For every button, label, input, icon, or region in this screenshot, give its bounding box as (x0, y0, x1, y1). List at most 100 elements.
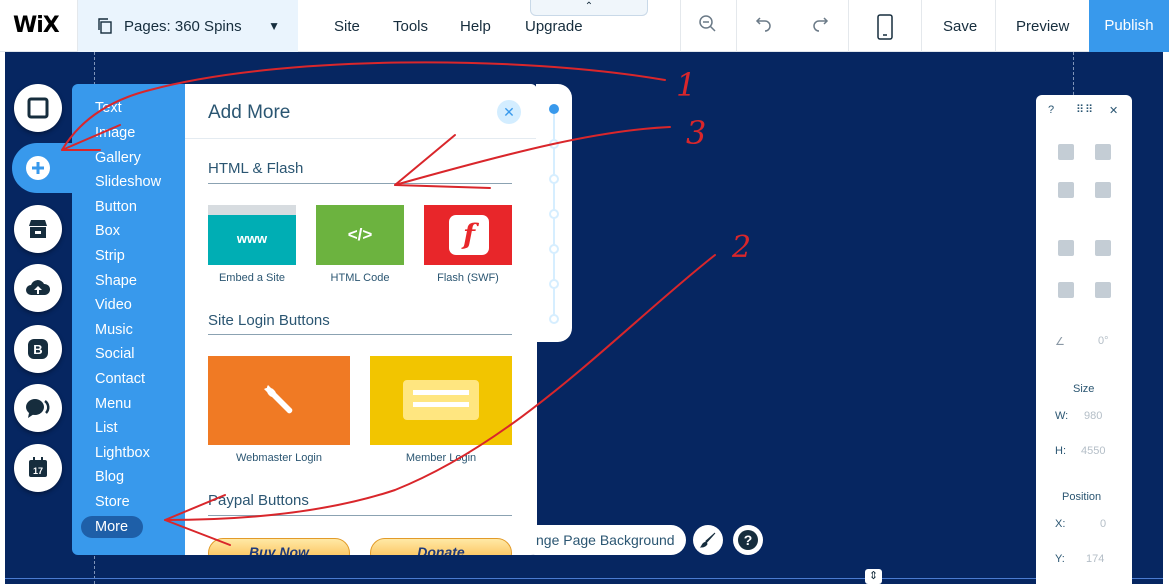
calendar-icon: 17 (25, 455, 51, 481)
scroller-dot[interactable] (549, 279, 559, 289)
y-label: Y: (1055, 553, 1065, 565)
add-menu-item-box[interactable]: Box (95, 223, 120, 239)
add-menu-item-shape[interactable]: Shape (95, 273, 137, 289)
card-line (413, 402, 469, 407)
app-market-tool[interactable] (14, 205, 62, 253)
close-icon[interactable]: ✕ (497, 100, 521, 124)
section-html-flash: HTML & Flash (208, 160, 304, 177)
properties-panel: ? ⠿⠿ ✕ ∠ 0° Size W: 980 H: 4550 Position… (1036, 95, 1132, 584)
member-login-caption: Member Login (405, 452, 477, 464)
add-menu-item-slideshow[interactable]: Slideshow (95, 174, 161, 190)
svg-text:B: B (33, 342, 42, 357)
stretch-handle-icon[interactable]: ⇕ (865, 569, 882, 584)
help-icon[interactable]: ? (733, 525, 763, 555)
paste-design-icon[interactable] (1095, 144, 1111, 160)
divider (736, 0, 737, 52)
add-menu-item-strip[interactable]: Strip (95, 248, 125, 264)
blog-icon: B (25, 336, 51, 362)
divider (680, 0, 681, 52)
add-tool[interactable] (12, 143, 72, 193)
flash-tile[interactable]: f (424, 205, 512, 265)
align-right-icon[interactable] (1095, 240, 1111, 256)
scroller-dot[interactable] (549, 314, 559, 324)
scroller-dot[interactable] (549, 244, 559, 254)
duplicate-icon[interactable] (1058, 182, 1074, 198)
design-brush-icon[interactable] (693, 525, 723, 555)
menu-tools[interactable]: Tools (393, 18, 428, 35)
embed-site-tile[interactable]: www (208, 205, 296, 265)
add-menu-item-social[interactable]: Social (95, 346, 135, 362)
webmaster-login-tile[interactable] (208, 356, 350, 445)
donate-button[interactable]: Donate (370, 538, 512, 555)
collapse-topbar-handle[interactable]: ⌃ (530, 0, 648, 16)
upload-tool[interactable] (14, 264, 62, 312)
preview-button[interactable]: Preview (1016, 18, 1069, 35)
member-login-tile[interactable] (370, 356, 512, 445)
webmaster-login-caption: Webmaster Login (235, 452, 322, 464)
buy-now-button[interactable]: Buy Now (208, 538, 350, 555)
add-menu-item-more[interactable]: More (95, 519, 128, 535)
panel-help-icon[interactable]: ? (1048, 104, 1054, 116)
pages-label: Pages: 360 Spins (124, 17, 242, 35)
menu-help[interactable]: Help (460, 18, 491, 35)
add-menu-item-button[interactable]: Button (95, 199, 137, 215)
x-label: X: (1055, 518, 1066, 530)
blog-tool[interactable]: B (14, 325, 62, 373)
angle-value[interactable]: 0° (1098, 335, 1109, 347)
mobile-view-icon[interactable] (873, 14, 897, 40)
delete-icon[interactable] (1095, 182, 1111, 198)
save-button[interactable]: Save (943, 18, 977, 35)
publish-button[interactable]: Publish (1089, 0, 1169, 52)
add-menu-item-store[interactable]: Store (95, 494, 130, 510)
x-value[interactable]: 0 (1100, 518, 1106, 530)
zoom-out-icon[interactable] (696, 14, 720, 38)
embed-site-caption: Embed a Site (218, 272, 286, 284)
code-icon: </> (347, 225, 373, 244)
add-menu-item-gallery[interactable]: Gallery (95, 150, 141, 166)
bookings-tool[interactable]: 17 (14, 444, 62, 492)
www-icon: www (236, 231, 268, 246)
add-menu-item-video[interactable]: Video (95, 297, 132, 313)
redo-icon[interactable] (808, 14, 832, 38)
add-menu-item-image[interactable]: Image (95, 125, 135, 141)
scroller-dot[interactable] (549, 209, 559, 219)
scroller-dot[interactable] (549, 104, 559, 114)
panel-title: Add More (208, 102, 291, 123)
align-center-icon[interactable] (1058, 282, 1074, 298)
close-icon[interactable]: ✕ (1109, 104, 1118, 117)
browser-bar (208, 205, 296, 215)
menu-upgrade[interactable]: Upgrade (525, 18, 583, 35)
add-menu-item-contact[interactable]: Contact (95, 371, 145, 387)
flash-icon: f (449, 215, 489, 255)
section-paypal: Paypal Buttons (208, 492, 309, 509)
html-code-tile[interactable]: </> (316, 205, 404, 265)
add-menu-item-list[interactable]: List (95, 420, 118, 436)
y-value[interactable]: 174 (1086, 553, 1104, 565)
undo-icon[interactable] (752, 14, 776, 38)
add-menu-item-blog[interactable]: Blog (95, 469, 124, 485)
width-value[interactable]: 980 (1084, 410, 1102, 422)
menu-site[interactable]: Site (334, 18, 360, 35)
chevron-down-icon: ▼ (268, 19, 280, 33)
add-menu-item-music[interactable]: Music (95, 322, 133, 338)
add-more-panel: Add More ✕ HTML & Flash www Embed a Site… (185, 84, 537, 555)
scroller-dot[interactable] (549, 139, 559, 149)
bottom-guide (5, 578, 1163, 579)
copy-design-icon[interactable] (1058, 144, 1074, 160)
background-tool[interactable] (14, 84, 62, 132)
drag-handle-icon[interactable]: ⠿⠿ (1076, 103, 1094, 116)
add-menu-item-menu[interactable]: Menu (95, 396, 131, 412)
change-background-button[interactable]: nge Page Background (520, 525, 686, 555)
distribute-icon[interactable] (1095, 282, 1111, 298)
add-menu-item-lightbox[interactable]: Lightbox (95, 445, 150, 461)
divider (921, 0, 922, 52)
size-label: Size (1073, 383, 1095, 395)
height-value[interactable]: 4550 (1081, 445, 1105, 457)
add-menu-item-text[interactable]: Text (95, 100, 122, 116)
chat-tool[interactable] (14, 384, 62, 432)
pages-dropdown[interactable]: Pages: 360 Spins ▼ (78, 0, 298, 52)
arrange-icon[interactable] (1058, 240, 1074, 256)
section-divider (208, 515, 512, 516)
chat-bubbles-icon (25, 395, 51, 421)
scroller-dot[interactable] (549, 174, 559, 184)
